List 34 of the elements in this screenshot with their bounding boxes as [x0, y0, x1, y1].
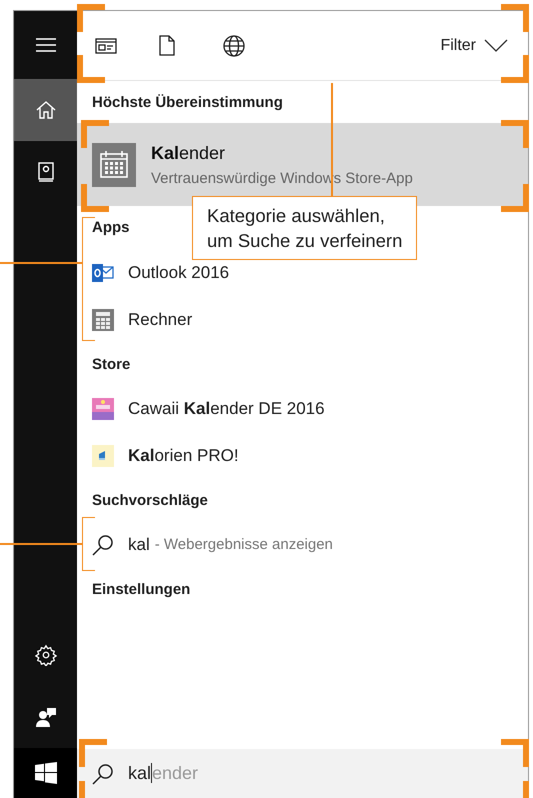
- section-heading: Store: [92, 356, 130, 372]
- settings-icon: [34, 644, 56, 666]
- result-item[interactable]: Kalorien PRO!: [128, 446, 239, 466]
- app-title: Kalender: [151, 142, 226, 164]
- bracket: [82, 517, 95, 571]
- section-heading: Apps: [92, 219, 130, 236]
- chevron-down-icon: [484, 39, 508, 52]
- search-field[interactable]: kalender: [77, 749, 528, 798]
- apps-filter-icon: [95, 38, 117, 54]
- search-icon: [92, 762, 114, 784]
- app-tile-icon: [92, 398, 114, 420]
- app-tile-icon: [92, 444, 114, 466]
- section-heading: Suchvorschläge: [92, 492, 208, 508]
- calendar-app-icon: [92, 142, 136, 186]
- globe-icon: [223, 34, 245, 56]
- search-icon: [92, 534, 114, 556]
- document-filter-icon: [159, 35, 175, 56]
- feedback-icon: [34, 706, 56, 728]
- notebook-icon: [38, 162, 54, 182]
- result-item[interactable]: Rechner: [128, 310, 192, 330]
- result-item[interactable]: Outlook 2016: [128, 262, 230, 282]
- menu-icon: [36, 38, 56, 52]
- suggestion-hint: - Webergebnisse anzeigen: [154, 536, 333, 553]
- start-button[interactable]: [14, 748, 77, 798]
- filter-dropdown[interactable]: Filter: [434, 36, 514, 56]
- windows-logo-icon: [34, 762, 56, 784]
- suggestion-link[interactable]: kal: [128, 534, 150, 554]
- home-icon: [36, 101, 56, 119]
- calculator-icon: [92, 308, 114, 330]
- section-heading: Einstellungen: [92, 580, 190, 598]
- callout-note: Kategorie auswählen, um Suche zu verfeinern: [192, 196, 418, 260]
- mail-app-icon: [92, 262, 114, 284]
- result-item[interactable]: Cawaii Kalender DE 2016: [128, 398, 325, 418]
- section-heading: Höchste Übereinstimmung: [92, 94, 283, 110]
